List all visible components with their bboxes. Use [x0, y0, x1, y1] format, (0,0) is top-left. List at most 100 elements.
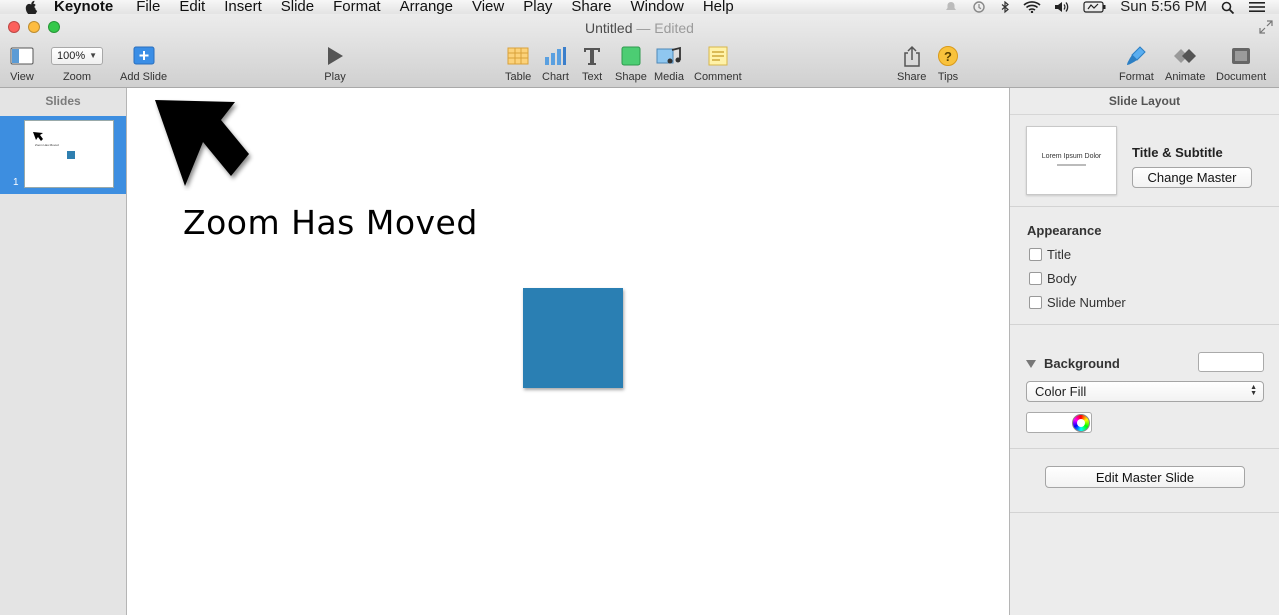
- thumbnail-heading: Zoom Has Moved: [35, 143, 59, 147]
- apple-icon[interactable]: [20, 0, 42, 14]
- text-button[interactable]: Text: [582, 44, 602, 83]
- body-checkbox[interactable]: [1029, 272, 1042, 285]
- menu-edit[interactable]: Edit: [179, 0, 205, 14]
- edited-status: Edited: [654, 20, 694, 36]
- comment-icon: [707, 44, 729, 68]
- menu-app-name[interactable]: Keynote: [54, 0, 113, 14]
- background-color-well[interactable]: [1198, 352, 1264, 372]
- thumbnail-square: [67, 151, 75, 159]
- menu-share[interactable]: Share: [571, 0, 611, 14]
- shape-label: Shape: [615, 71, 647, 83]
- window-toolbar: Untitled — Edited View 100% ▼ Zoom Add Sl…: [0, 14, 1279, 88]
- media-button[interactable]: Media: [654, 44, 684, 83]
- divider: [1010, 324, 1279, 325]
- share-button[interactable]: Share: [897, 44, 926, 83]
- shape-button[interactable]: Shape: [615, 44, 647, 83]
- master-name: Title & Subtitle: [1132, 145, 1223, 160]
- menu-slide[interactable]: Slide: [281, 0, 314, 14]
- title-checkbox-label: Title: [1047, 247, 1072, 262]
- view-label: View: [10, 71, 34, 83]
- comment-button[interactable]: Comment: [694, 44, 742, 83]
- zoom-value: 100%: [57, 50, 86, 62]
- divider: [1010, 206, 1279, 207]
- battery-icon[interactable]: [1083, 1, 1107, 13]
- add-slide-button[interactable]: Add Slide: [120, 44, 167, 83]
- document-button[interactable]: Document: [1216, 44, 1266, 83]
- slide-number-checkbox-row[interactable]: Slide Number: [1029, 295, 1126, 310]
- body-checkbox-label: Body: [1047, 271, 1077, 286]
- animate-label: Animate: [1165, 71, 1206, 83]
- table-icon: [506, 44, 530, 68]
- notification-icon[interactable]: [944, 1, 958, 13]
- animate-button[interactable]: Animate: [1165, 44, 1205, 83]
- chevron-down-icon: ▼: [89, 51, 97, 60]
- chart-button[interactable]: Chart: [542, 44, 569, 83]
- menu-arrange[interactable]: Arrange: [400, 0, 453, 14]
- master-preview-subtitle-line: [1057, 164, 1086, 166]
- slide-thumbnail-selected[interactable]: 1 Zoom Has Moved: [0, 116, 126, 194]
- appearance-label: Appearance: [1027, 223, 1102, 238]
- arrow-icon[interactable]: [151, 96, 261, 191]
- document-title[interactable]: Untitled: [585, 20, 632, 36]
- select-arrows-icon: ▲ ▼: [1250, 384, 1257, 397]
- status-area: Sun 5:56 PM: [944, 0, 1279, 14]
- fill-type-value: Color Fill: [1035, 384, 1087, 399]
- volume-icon[interactable]: [1054, 1, 1070, 13]
- bluetooth-icon[interactable]: [1000, 0, 1010, 14]
- master-preview-title: Lorem Ipsum Dolor: [1041, 153, 1102, 160]
- chart-icon: [543, 44, 567, 68]
- zoom-popup[interactable]: 100% ▼: [51, 47, 103, 65]
- blue-square-shape[interactable]: [523, 288, 623, 388]
- svg-text:?: ?: [944, 49, 952, 64]
- animate-icon: [1170, 44, 1200, 68]
- clock[interactable]: Sun 5:56 PM: [1120, 0, 1207, 14]
- play-icon: [324, 44, 346, 68]
- play-button[interactable]: Play: [324, 44, 346, 83]
- comment-label: Comment: [694, 71, 742, 83]
- title-checkbox-row[interactable]: Title: [1029, 247, 1071, 262]
- fill-type-select[interactable]: Color Fill ▲ ▼: [1026, 381, 1264, 402]
- time-machine-icon[interactable]: [971, 1, 987, 13]
- slide-thumbnail[interactable]: Zoom Has Moved: [24, 120, 114, 188]
- change-master-button[interactable]: Change Master: [1132, 167, 1252, 188]
- slide-heading[interactable]: Zoom Has Moved: [183, 203, 478, 242]
- text-label: Text: [582, 71, 603, 83]
- menu-help[interactable]: Help: [703, 0, 734, 14]
- shape-icon: [620, 44, 642, 68]
- format-label: Format: [1119, 71, 1154, 83]
- menu-window[interactable]: Window: [630, 0, 683, 14]
- wifi-icon[interactable]: [1023, 1, 1041, 13]
- menu-play[interactable]: Play: [523, 0, 552, 14]
- share-label: Share: [897, 71, 927, 83]
- menu-view[interactable]: View: [472, 0, 504, 14]
- view-icon: [10, 44, 34, 68]
- slide-number-checkbox[interactable]: [1029, 296, 1042, 309]
- divider: [1010, 448, 1279, 449]
- slide-canvas[interactable]: Zoom Has Moved: [127, 88, 1009, 615]
- master-preview[interactable]: Lorem Ipsum Dolor: [1026, 126, 1117, 195]
- menu-bar: Keynote File Edit Insert Slide Format Ar…: [0, 0, 1279, 14]
- text-icon: [582, 44, 602, 68]
- menu-format[interactable]: Format: [333, 0, 381, 14]
- table-button[interactable]: Table: [505, 44, 531, 83]
- inspector-title: Slide Layout: [1010, 88, 1279, 115]
- search-icon[interactable]: [1221, 1, 1235, 14]
- menu-list-icon[interactable]: [1248, 1, 1266, 13]
- thumbnail-arrow-icon: [33, 132, 43, 141]
- menu-file[interactable]: File: [136, 0, 160, 14]
- view-button[interactable]: View: [10, 44, 34, 83]
- inspector-panel: Slide Layout Lorem Ipsum Dolor Title & S…: [1009, 88, 1279, 615]
- format-button[interactable]: Format: [1119, 44, 1154, 83]
- menu-insert[interactable]: Insert: [224, 0, 262, 14]
- share-icon: [901, 44, 923, 68]
- disclosure-triangle-icon[interactable]: [1026, 359, 1036, 368]
- fullscreen-icon[interactable]: [1259, 20, 1273, 34]
- divider: [1010, 512, 1279, 513]
- color-wheel-icon[interactable]: [1072, 414, 1090, 432]
- title-checkbox[interactable]: [1029, 248, 1042, 261]
- body-checkbox-row[interactable]: Body: [1029, 271, 1077, 286]
- tips-button[interactable]: ? Tips: [937, 44, 959, 83]
- background-disclosure[interactable]: Background: [1026, 356, 1120, 371]
- edit-master-slide-button[interactable]: Edit Master Slide: [1045, 466, 1245, 488]
- zoom-control[interactable]: 100% ▼ Zoom: [51, 44, 103, 83]
